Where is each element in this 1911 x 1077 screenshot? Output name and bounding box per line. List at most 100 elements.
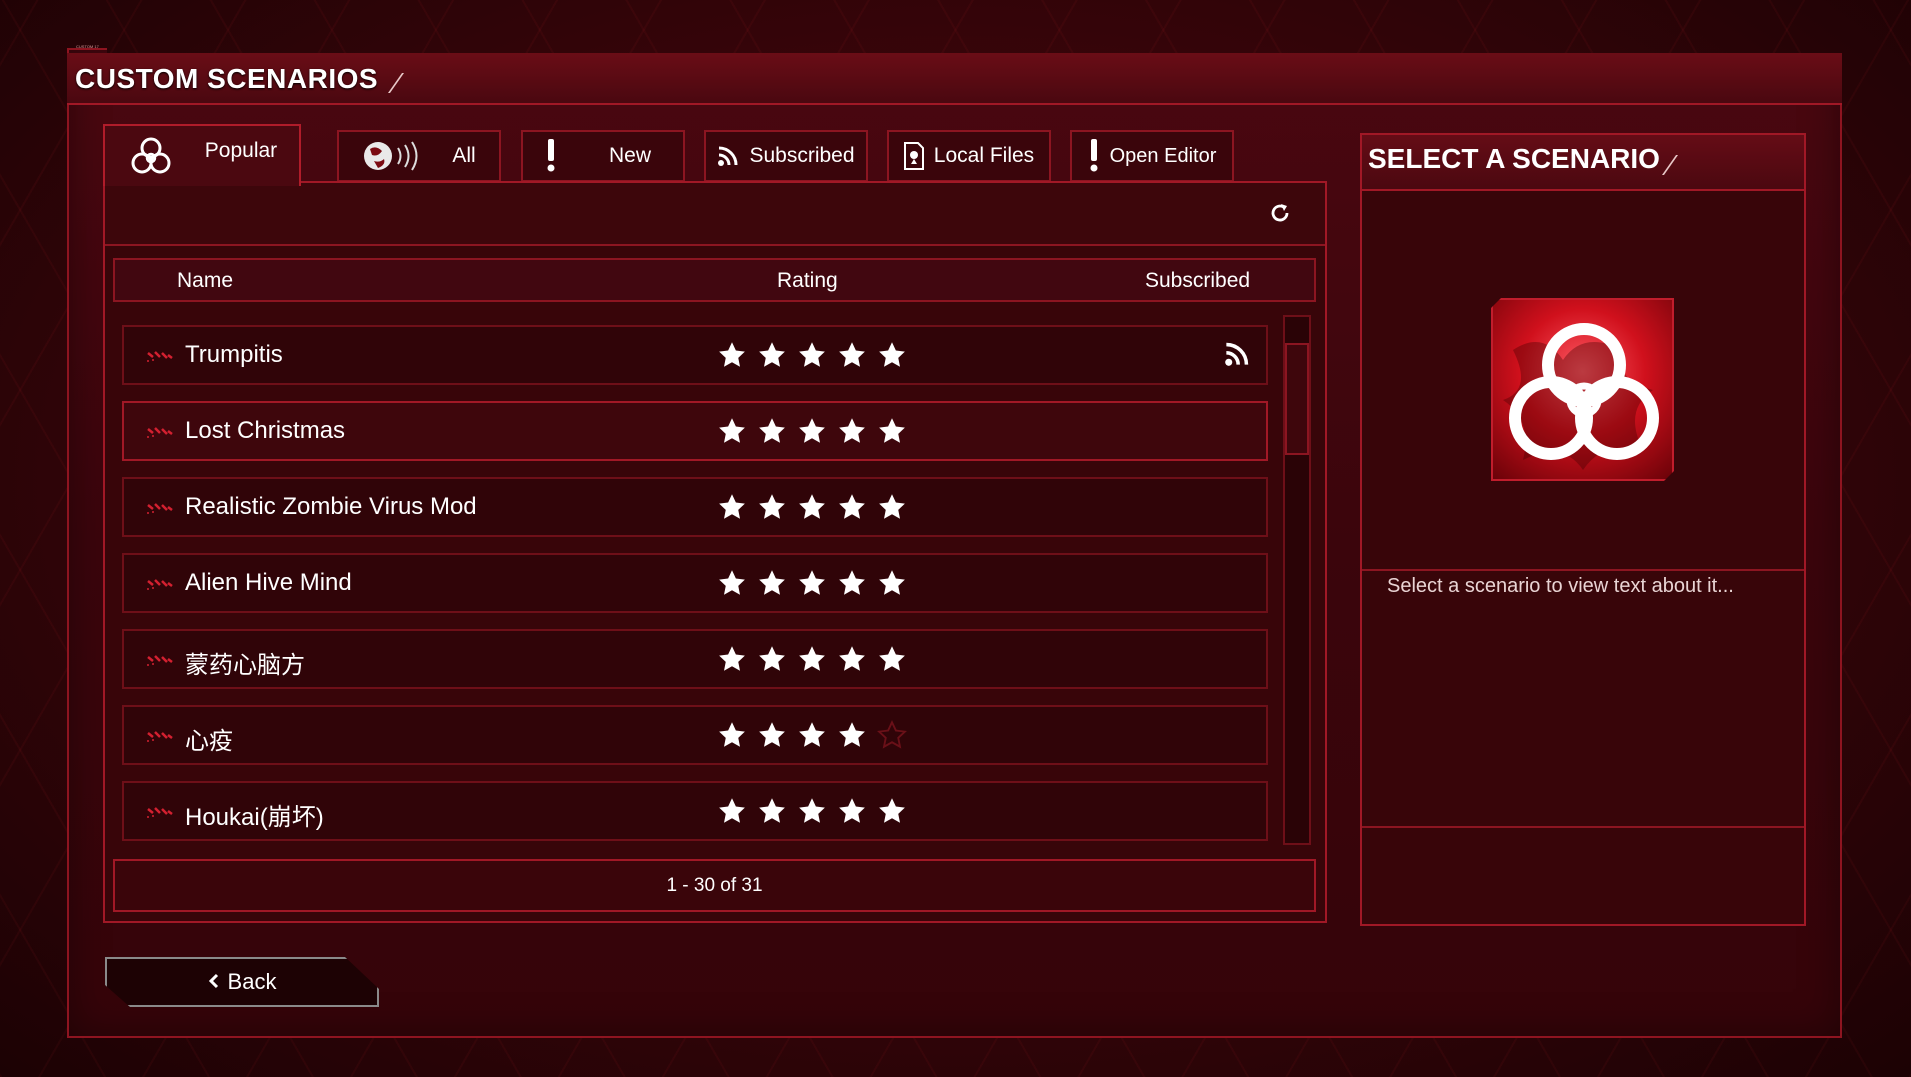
dna-icon [146,577,174,596]
tab-label: New [609,144,652,167]
rating-stars [717,568,907,603]
table-row[interactable]: Alien Hive Mind [122,553,1268,613]
scenario-name: Trumpitis [185,341,283,368]
star-filled-icon [717,340,747,375]
biohazard-emblem-icon [1491,298,1674,481]
dna-icon [146,805,174,824]
tab-local-files[interactable]: Local Files [887,130,1051,182]
rating-stars [717,416,907,451]
tab-subscribed[interactable]: Subscribed [704,130,868,182]
window-title: CUSTOM SCENARIOS [75,63,379,94]
file-icon [903,142,924,170]
scenario-name: Alien Hive Mind [185,569,352,596]
globe-broadcast-icon [362,139,428,173]
star-filled-icon [797,796,827,831]
star-filled-icon [877,644,907,679]
window-tag: CUSTOM 17 [76,44,99,49]
table-row[interactable]: Realistic Zombie Virus Mod [122,477,1268,537]
tab-popular[interactable]: Popular [103,124,301,186]
tab-label: All [452,144,476,167]
star-filled-icon [837,720,867,755]
star-filled-icon [877,796,907,831]
star-empty-icon [877,720,907,755]
star-filled-icon [797,416,827,451]
rating-stars [717,720,907,755]
scenario-name: Houkai(崩坏) [185,804,324,831]
exclamation-icon [1088,139,1100,173]
star-filled-icon [797,568,827,603]
scrollbar-thumb[interactable] [1285,343,1309,455]
star-filled-icon [837,644,867,679]
tab-all[interactable]: All [337,130,501,182]
biohazard-icon [127,132,175,180]
table-row[interactable]: Trumpitis [122,325,1268,385]
star-filled-icon [717,644,747,679]
tab-new[interactable]: New [521,130,685,182]
column-header-rating[interactable]: Rating [777,269,838,293]
exclamation-icon [545,139,557,173]
rating-stars [717,340,907,375]
scenario-name: 心疫 [185,728,233,755]
details-description: Select a scenario to view text about it.… [1387,575,1734,597]
scenario-name: Realistic Zombie Virus Mod [185,493,477,520]
dna-icon [146,501,174,520]
column-header-subscribed[interactable]: Subscribed [1145,269,1250,293]
star-filled-icon [757,492,787,527]
star-filled-icon [757,340,787,375]
star-filled-icon [757,644,787,679]
table-row[interactable]: Lost Christmas [122,401,1268,461]
list-toolbar [105,183,1325,246]
refresh-icon[interactable] [1268,201,1292,225]
chevron-left-icon [208,969,220,995]
star-filled-icon [717,492,747,527]
star-filled-icon [717,796,747,831]
rating-stars [717,492,907,527]
star-filled-icon [837,796,867,831]
tab-label: Local Files [933,144,1035,167]
table-row[interactable]: 心疫 [122,705,1268,765]
star-filled-icon [797,492,827,527]
tab-label: Subscribed [749,144,855,167]
star-filled-icon [797,340,827,375]
star-filled-icon [837,340,867,375]
rss-icon [1224,341,1250,372]
star-filled-icon [717,416,747,451]
back-label: Back [227,969,277,994]
star-filled-icon [877,340,907,375]
dna-icon [146,425,174,444]
star-filled-icon [877,492,907,527]
details-title: SELECT A SCENARIO [1368,143,1660,174]
column-header-name[interactable]: Name [177,269,233,293]
tab-label: Open Editor [1109,144,1217,167]
table-row[interactable]: Houkai(崩坏) [122,781,1268,841]
star-filled-icon [757,796,787,831]
table-header: Name Rating Subscribed [113,258,1316,302]
star-filled-icon [877,416,907,451]
star-filled-icon [717,720,747,755]
table-row[interactable]: 蒙药心脑方 [122,629,1268,689]
star-filled-icon [797,720,827,755]
rating-stars [717,644,907,679]
details-divider [1362,826,1804,828]
star-filled-icon [757,416,787,451]
star-filled-icon [837,416,867,451]
star-filled-icon [837,568,867,603]
star-filled-icon [757,568,787,603]
tab-open-editor[interactable]: Open Editor [1070,130,1234,182]
rating-stars [717,796,907,831]
star-filled-icon [717,568,747,603]
dna-icon [146,729,174,748]
back-button[interactable]: Back [105,957,379,1007]
star-filled-icon [757,720,787,755]
tab-label: Popular [204,139,278,162]
star-filled-icon [877,568,907,603]
scenario-name: Lost Christmas [185,417,346,444]
scenario-name: 蒙药心脑方 [185,652,305,679]
pagination-label: 1 - 30 of 31 [113,859,1316,912]
star-filled-icon [797,644,827,679]
dna-icon [146,349,174,368]
dna-icon [146,653,174,672]
details-panel [1360,133,1806,926]
star-filled-icon [837,492,867,527]
details-divider [1362,569,1804,571]
